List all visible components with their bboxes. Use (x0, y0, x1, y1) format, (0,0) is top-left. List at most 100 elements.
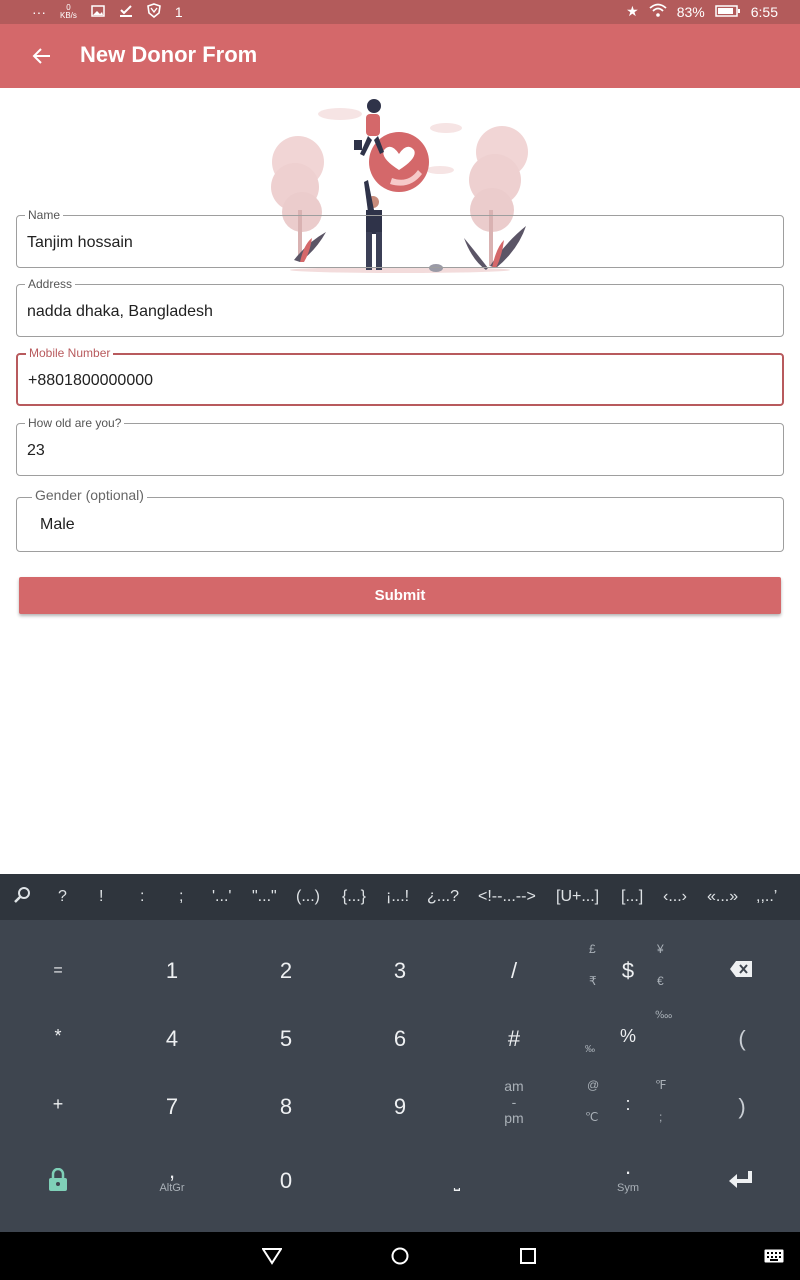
key-right-paren-label: ) (738, 1094, 746, 1119)
back-arrow-icon[interactable] (28, 42, 56, 70)
address-input[interactable]: nadda dhaka, Bangladesh (27, 303, 213, 321)
search-icon[interactable] (14, 886, 32, 909)
page-title: New Donor From (80, 42, 258, 67)
key-hash-label: # (507, 1026, 521, 1051)
key-left-paren-label: ( (738, 1026, 746, 1051)
key-slash[interactable]: / (457, 936, 571, 1004)
battery-icon (715, 4, 741, 20)
net-speed-indicator: 0 KB/s (60, 4, 77, 20)
symbol-chip[interactable]: ; (179, 888, 183, 906)
backspace-icon (729, 960, 753, 983)
mobile-number-label: Mobile Number (26, 346, 114, 360)
key-3-label: 3 (393, 958, 407, 983)
key-7-label: 7 (165, 1094, 179, 1119)
symbol-chip[interactable]: <!--...--> (478, 888, 536, 906)
key-3[interactable]: 3 (343, 936, 457, 1004)
key-1[interactable]: 1 (115, 936, 229, 1004)
key-currency[interactable]: $ £ ₹ ¥ € (571, 936, 685, 1004)
key-comma[interactable]: , AltGr (115, 1146, 229, 1214)
recents-nav-icon[interactable] (520, 1248, 536, 1269)
key-percent[interactable]: % ‱ ‰ (571, 1004, 685, 1072)
key-8[interactable]: 8 (229, 1072, 343, 1140)
image-icon (91, 4, 105, 20)
symbol-chip[interactable]: [...] (621, 888, 643, 906)
key-7[interactable]: 7 (115, 1072, 229, 1140)
key-pm-label: pm (504, 1110, 524, 1126)
symbol-chip[interactable]: «...» (707, 888, 738, 906)
symbol-chip[interactable]: ,,..’ (756, 888, 777, 906)
symbol-chip[interactable]: ¡...! (386, 888, 409, 906)
keyboard-symbol-strip: ? ! : ; '...' "..." (...) {...} ¡...! ¿.… (0, 874, 800, 920)
key-equals[interactable]: = (1, 936, 115, 1004)
symbol-chip[interactable]: ? (58, 888, 67, 906)
key-2[interactable]: 2 (229, 936, 343, 1004)
key-5[interactable]: 5 (229, 1004, 343, 1072)
key-comma-label: , (168, 1158, 176, 1183)
gender-dropdown[interactable]: Gender (optional) Male (16, 488, 784, 552)
symbol-chip[interactable]: '...' (212, 888, 231, 906)
age-input[interactable]: 23 (27, 442, 45, 460)
key-backspace[interactable] (685, 936, 799, 1004)
key-right-paren[interactable]: ) (685, 1072, 799, 1140)
key-space-label: ⎵ (453, 1174, 461, 1191)
key-pound-label: £ (589, 942, 596, 956)
address-field[interactable]: Address nadda dhaka, Bangladesh (16, 277, 784, 337)
key-at-label: @ (587, 1078, 600, 1092)
key-colon[interactable]: : @ ℃ ℉ ; (571, 1072, 685, 1140)
symbol-chip[interactable]: : (140, 888, 144, 906)
age-field[interactable]: How old are you? 23 (16, 416, 784, 476)
name-label: Name (25, 208, 64, 222)
key-euro-label: € (657, 974, 664, 988)
symbol-chip[interactable]: ¿...? (427, 888, 459, 906)
key-0[interactable]: 0 (229, 1146, 343, 1214)
mobile-number-input[interactable]: +8801800000000 (28, 372, 153, 390)
key-6[interactable]: 6 (343, 1004, 457, 1072)
key-2-label: 2 (279, 958, 293, 983)
key-enter[interactable] (685, 1146, 799, 1214)
key-asterisk[interactable]: * (1, 1004, 115, 1072)
name-input[interactable]: Tanjim hossain (27, 234, 133, 252)
mobile-number-field[interactable]: Mobile Number +8801800000000 (16, 346, 784, 406)
key-4-label: 4 (165, 1026, 179, 1051)
key-4[interactable]: 4 (115, 1004, 229, 1072)
lock-icon (48, 1167, 68, 1197)
submit-button[interactable]: Submit (19, 577, 781, 614)
enter-icon (728, 1170, 754, 1195)
symbol-chip[interactable]: (...) (296, 888, 320, 906)
key-space[interactable]: ⎵ (343, 1146, 571, 1214)
name-field[interactable]: Name Tanjim hossain (16, 208, 784, 268)
numeric-keyboard: = 1 2 3 / $ £ ₹ ¥ € * 4 5 6 # % ‱ ‰ ( + … (0, 920, 800, 1232)
sync-count: 1 (174, 4, 183, 20)
key-plus[interactable]: + (1, 1072, 115, 1140)
key-sym-label: Sym (617, 1182, 639, 1194)
key-permille-label: ‰ (585, 1044, 595, 1055)
net-speed-unit: KB/s (60, 11, 77, 20)
key-period[interactable]: . Sym (571, 1146, 685, 1214)
key-9[interactable]: 9 (343, 1072, 457, 1140)
symbol-chip[interactable]: {...} (342, 888, 366, 906)
age-label: How old are you? (25, 416, 125, 430)
key-yen-label: ¥ (657, 942, 664, 956)
keyboard-switch-icon[interactable] (764, 1249, 784, 1268)
symbol-chip[interactable]: "..." (252, 888, 277, 906)
key-permyriad-label: ‱ (655, 1010, 673, 1021)
key-6-label: 6 (393, 1026, 407, 1051)
symbol-chip[interactable]: ‹...› (663, 888, 687, 906)
gender-selected-value[interactable]: Male (40, 516, 75, 534)
key-am-pm[interactable]: am - pm (457, 1072, 571, 1140)
navigation-bar (0, 1232, 800, 1280)
key-am-label: am (504, 1078, 524, 1094)
symbol-chip[interactable]: [U+...] (556, 888, 599, 906)
key-plus-label: + (52, 1094, 64, 1114)
app-bar: New Donor From (0, 24, 800, 88)
back-nav-icon[interactable] (261, 1247, 283, 1270)
download-done-icon (119, 4, 133, 21)
key-left-paren[interactable]: ( (685, 1004, 799, 1072)
home-nav-icon[interactable] (391, 1247, 409, 1270)
key-lock[interactable] (1, 1146, 115, 1214)
shield-icon (147, 3, 161, 21)
key-hash[interactable]: # (457, 1004, 571, 1072)
symbol-chip[interactable]: ! (99, 888, 103, 906)
key-5-label: 5 (279, 1026, 293, 1051)
key-slash-label: / (510, 958, 518, 983)
